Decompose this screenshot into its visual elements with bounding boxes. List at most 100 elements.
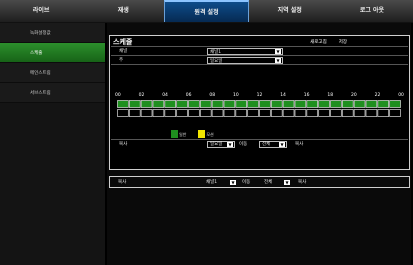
schedule-panel: 스케줄 새로고침 저장 채널 채널1 ▼ 주 일요일 ▼ 00 02 04 06 08 1… [109, 35, 410, 170]
week-select[interactable]: 일요일 ▼ [207, 56, 283, 64]
main-content: 스케줄 새로고침 저장 채널 채널1 ▼ 주 일요일 ▼ 00 02 04 06 08 1… [107, 23, 411, 265]
hour-tick-label: 02 [138, 93, 145, 98]
hour-tick-label: 00 [398, 93, 404, 98]
motion-schedule-cell[interactable] [377, 109, 390, 117]
copy-day-select[interactable]: 일요일 ▼ [207, 140, 235, 148]
hour-tick-label: 18 [327, 93, 334, 98]
legend-normal-swatch [171, 130, 178, 138]
panel-actions: 새로고침 저장 [310, 39, 347, 45]
motion-schedule-cell[interactable] [294, 109, 307, 117]
schedule-grid[interactable] [117, 100, 401, 117]
tab-logout[interactable]: 로그 아웃 [331, 0, 413, 22]
normal-schedule-cell[interactable] [235, 100, 248, 108]
legend-normal: 일반 [171, 130, 186, 138]
motion-schedule-cell[interactable] [176, 109, 188, 117]
tab-playback[interactable]: 재생 [82, 0, 164, 22]
motion-schedule-cell[interactable] [318, 109, 330, 117]
hour-axis: 00 02 04 06 08 10 12 14 16 18 20 22 00 [115, 93, 407, 99]
week-select-value: 일요일 [210, 58, 223, 64]
normal-schedule-cell[interactable] [140, 100, 153, 108]
normal-schedule-cell[interactable] [259, 100, 271, 108]
motion-schedule-cell[interactable] [199, 109, 212, 117]
legend-motion: 모션 [198, 130, 214, 138]
normal-schedule-cell[interactable] [318, 100, 330, 108]
normal-schedule-cell[interactable] [270, 100, 283, 108]
copy-target-value: 전체 [262, 141, 271, 147]
normal-schedule-cell[interactable] [377, 100, 390, 108]
normal-schedule-cell[interactable] [188, 100, 200, 108]
motion-schedule-cell[interactable] [247, 109, 259, 117]
motion-schedule-cell[interactable] [211, 109, 224, 117]
hour-tick-label: 16 [303, 93, 310, 98]
move-label: 이동 [242, 180, 251, 185]
motion-schedule-cell[interactable] [282, 109, 295, 117]
normal-schedule-cell[interactable] [282, 100, 295, 108]
motion-schedule-cell[interactable] [330, 109, 342, 117]
channel-row: 채널 채널1 ▼ [111, 46, 408, 55]
channel-label: 채널 [119, 49, 128, 54]
tab-live[interactable]: 라이브 [0, 0, 82, 22]
motion-schedule-cell[interactable] [152, 109, 165, 117]
normal-schedule-cell[interactable] [152, 100, 165, 108]
copy-target-select[interactable]: 전체 ▼ [259, 140, 287, 148]
move-label: 이동 [239, 142, 248, 147]
hour-tick-label: 12 [256, 93, 263, 98]
motion-schedule-cell[interactable] [306, 109, 319, 117]
motion-schedule-cell[interactable] [353, 109, 366, 117]
legend-motion-label: 모션 [206, 132, 214, 137]
motion-schedule-cell[interactable] [259, 109, 271, 117]
normal-schedule-cell[interactable] [117, 100, 129, 108]
copy-channel-button[interactable]: 복사 [298, 179, 306, 185]
chevron-down-icon: ▼ [275, 57, 281, 63]
chevron-down-icon[interactable]: ▼ [230, 179, 236, 185]
legend: 일반 모션 [171, 130, 214, 138]
sidebar-item-mainstream[interactable]: 메인스트림 [0, 63, 105, 83]
normal-schedule-cell[interactable] [176, 100, 188, 108]
motion-schedule-cell[interactable] [389, 109, 401, 117]
motion-schedule-cell[interactable] [140, 109, 153, 117]
motion-schedule-cell[interactable] [128, 109, 141, 117]
hour-tick-label: 04 [162, 93, 168, 98]
normal-schedule-cell[interactable] [164, 100, 177, 108]
normal-schedule-cell[interactable] [223, 100, 236, 108]
normal-schedule-cell[interactable] [294, 100, 307, 108]
tab-remote-settings[interactable]: 원격 설정 [164, 0, 249, 22]
motion-schedule-cell[interactable] [365, 109, 378, 117]
motion-schedule-cell[interactable] [164, 109, 177, 117]
copy-channel-label: 복사 [118, 180, 127, 185]
normal-schedule-cell[interactable] [128, 100, 141, 108]
divider [111, 64, 408, 73]
motion-schedule-cell[interactable] [270, 109, 283, 117]
save-button[interactable]: 저장 [339, 39, 347, 45]
channel-select[interactable]: 채널1 ▼ [207, 47, 283, 55]
motion-schedule-cell[interactable] [188, 109, 200, 117]
sidebar-item-schedule[interactable]: 스케줄 [0, 43, 105, 63]
copy-day-value: 일요일 [210, 141, 223, 147]
normal-schedule-cell[interactable] [365, 100, 378, 108]
hour-tick-label: 00 [115, 93, 121, 98]
normal-schedule-cell[interactable] [247, 100, 259, 108]
normal-schedule-cell[interactable] [199, 100, 212, 108]
normal-schedule-cell[interactable] [353, 100, 366, 108]
normal-schedule-cell[interactable] [341, 100, 354, 108]
sidebar-item-substream[interactable]: 서브스트림 [0, 83, 105, 103]
tab-local-settings[interactable]: 지역 설정 [249, 0, 331, 22]
chevron-down-icon[interactable]: ▼ [284, 179, 290, 185]
copy-channel-target-value: 전체 [264, 180, 273, 185]
refresh-button[interactable]: 새로고침 [310, 39, 327, 45]
normal-schedule-cell[interactable] [330, 100, 342, 108]
motion-schedule-cell[interactable] [117, 109, 129, 117]
motion-schedule-cell[interactable] [341, 109, 354, 117]
copy-channel-value: 채널1 [206, 180, 218, 185]
copy-label: 복사 [119, 142, 128, 147]
motion-schedule-cell[interactable] [235, 109, 248, 117]
hour-tick-label: 20 [351, 93, 357, 98]
normal-schedule-cell[interactable] [306, 100, 319, 108]
copy-button[interactable]: 복사 [295, 141, 303, 147]
week-label: 주 [119, 58, 124, 63]
normal-schedule-cell[interactable] [211, 100, 224, 108]
sidebar-item-record-settings[interactable]: 녹화설정값 [0, 23, 105, 43]
motion-schedule-cell[interactable] [223, 109, 236, 117]
normal-schedule-cell[interactable] [389, 100, 401, 108]
hour-tick-label: 06 [185, 93, 192, 98]
